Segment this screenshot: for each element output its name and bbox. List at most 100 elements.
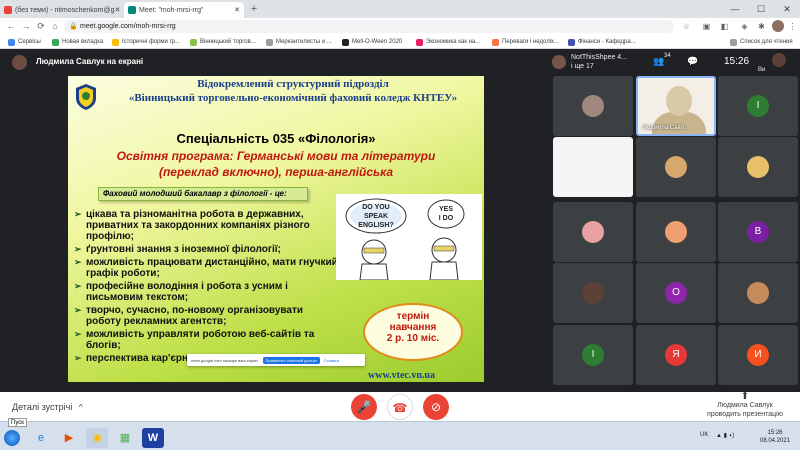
- svg-text:I DO: I DO: [439, 215, 454, 222]
- participant-tile[interactable]: I: [718, 76, 798, 136]
- term-line1: термін: [396, 311, 430, 322]
- participant-tile[interactable]: [636, 202, 716, 262]
- tab-gmail[interactable]: (без теми) - ntimoschenkom@g ✕: [0, 2, 124, 18]
- back-icon[interactable]: ←: [4, 20, 18, 33]
- hang-up-icon[interactable]: ☎: [387, 394, 413, 420]
- presenter-header: Людмила Савлук на екрані: [0, 49, 540, 75]
- bookmark-icon: [492, 38, 499, 46]
- participant-photo: [582, 95, 604, 117]
- chat-icon[interactable]: 💬: [687, 56, 698, 67]
- profile-avatar[interactable]: [772, 20, 784, 32]
- tray-icons[interactable]: ▲ ▮ ◖): [716, 432, 734, 439]
- bookmark-label: Новая вкладка: [62, 39, 104, 45]
- participant-tile[interactable]: [636, 137, 716, 197]
- star-icon[interactable]: ☆: [680, 20, 693, 33]
- word-icon[interactable]: W: [142, 428, 164, 448]
- participant-initial: В: [747, 221, 769, 243]
- bookmark-label: Фінанси - Кафедра...: [578, 39, 636, 45]
- participant-tile[interactable]: [718, 137, 798, 197]
- bookmark-item[interactable]: Фінанси - Кафедра...: [568, 37, 636, 47]
- presentation-status[interactable]: ⬆ Людмила Савлук проводить презентацію: [690, 392, 800, 419]
- gmail-icon: [4, 6, 12, 14]
- slide-website: www.vtec.vn.ua: [368, 370, 435, 381]
- extension-icon[interactable]: ◧: [718, 20, 731, 33]
- participant-tile[interactable]: I: [553, 325, 633, 385]
- bookmark-item[interactable]: Сервісы: [8, 37, 41, 47]
- slide-header-line1: Відокремлений структурний підрозділ: [197, 78, 389, 90]
- bookmark-item[interactable]: Меркантилисты и ...: [266, 37, 332, 47]
- bookmark-icon: [112, 38, 119, 46]
- start-button[interactable]: [4, 430, 20, 446]
- maximize-button[interactable]: ☐: [748, 0, 774, 18]
- participant-tile[interactable]: [553, 137, 633, 197]
- bookmark-item[interactable]: Экономика как на...: [416, 37, 480, 47]
- extension-icon[interactable]: ◈: [738, 20, 751, 33]
- bookmark-item[interactable]: Вінницький торгов...: [190, 37, 256, 47]
- bookmark-icon: [190, 38, 197, 46]
- bullet-line: блогів;: [86, 340, 121, 351]
- tab-label: Meet: "moh-mrsi-rrg": [139, 6, 204, 14]
- participant-tile[interactable]: О: [636, 263, 716, 323]
- participant-initial: Я: [665, 344, 687, 366]
- participant-tile[interactable]: [718, 263, 798, 323]
- forward-icon[interactable]: →: [19, 20, 33, 33]
- bookmark-item[interactable]: Mell-O-Ween 2020: [342, 37, 402, 47]
- participant-tile[interactable]: [553, 76, 633, 136]
- term-line2: навчання: [389, 322, 437, 333]
- participant-tile[interactable]: [553, 263, 633, 323]
- spreadsheet-icon[interactable]: ▦: [114, 428, 136, 448]
- menu-icon[interactable]: ⋮: [786, 20, 799, 33]
- hide-link[interactable]: Сховати: [324, 358, 339, 363]
- extension-icon[interactable]: ✱: [755, 20, 768, 33]
- chrome-icon[interactable]: ◉: [86, 428, 108, 448]
- bullet-item: можливість управляти роботою веб-сайтів …: [74, 329, 364, 351]
- bookmark-icon: [266, 38, 273, 46]
- bookmark-item[interactable]: Переваги і недоліх...: [492, 37, 559, 47]
- bookmark-label: Переваги і недоліх...: [502, 39, 560, 45]
- participant-tile-speaking[interactable]: Людмила Савл...: [636, 76, 716, 136]
- bullet-line: роботу рекламних агентств;: [86, 316, 227, 327]
- people-icon[interactable]: 👥: [653, 56, 664, 67]
- reload-icon[interactable]: ⟳: [34, 20, 48, 33]
- camera-off-icon[interactable]: ⊘: [423, 394, 449, 420]
- participant-initial: О: [665, 282, 687, 304]
- address-bar[interactable]: 🔒 meet.google.com/moh-mrsi-rrg: [64, 20, 674, 33]
- participant-name: Людмила Савл...: [642, 125, 690, 131]
- participant-tile[interactable]: [553, 202, 633, 262]
- stop-sharing-button[interactable]: Припинити спільний доступ: [262, 356, 320, 364]
- reading-list-button[interactable]: Список для чтения: [730, 37, 793, 47]
- tab-meet[interactable]: Meet: "moh-mrsi-rrg" ✕: [124, 2, 244, 18]
- bookmark-item[interactable]: Новая вкладка: [52, 37, 103, 47]
- ie-icon[interactable]: e: [30, 428, 52, 448]
- close-window-button[interactable]: ✕: [774, 0, 800, 18]
- meeting-details-button[interactable]: Деталі зустрічі ^: [12, 402, 83, 412]
- home-icon[interactable]: ⌂: [48, 20, 62, 33]
- taskbar-clock[interactable]: 15:26 08.04.2021: [760, 429, 790, 445]
- new-tab-button[interactable]: +: [248, 3, 260, 15]
- bullet-line: можливість управляти роботою веб-сайтів …: [86, 329, 315, 340]
- bookmark-item[interactable]: Історичні форми гр...: [112, 37, 180, 47]
- bookmark-icon: [416, 38, 423, 46]
- participant-photo: [582, 282, 604, 304]
- participant-tile[interactable]: Я: [636, 325, 716, 385]
- minimize-button[interactable]: —: [722, 0, 748, 18]
- mic-off-icon[interactable]: 🎤: [351, 394, 377, 420]
- reading-list-icon: [730, 38, 737, 46]
- screen-share-notification: meet.google.com показує ваш екран. Припи…: [187, 354, 365, 366]
- close-tab-icon[interactable]: ✕: [234, 6, 240, 14]
- media-player-icon[interactable]: ▶: [58, 428, 80, 448]
- presenter-avatar: [12, 55, 27, 70]
- bookmark-label: Экономика как на...: [426, 39, 481, 45]
- participant-photo: [665, 221, 687, 243]
- present-line2: проводить презентацію: [707, 411, 783, 418]
- close-tab-icon[interactable]: ✕: [114, 6, 120, 14]
- presenter-label: Людмила Савлук на екрані: [36, 57, 144, 66]
- meeting-time: 15:26: [724, 56, 750, 67]
- participant-tile[interactable]: В: [718, 202, 798, 262]
- language-indicator[interactable]: UK: [700, 432, 708, 438]
- browser-toolbar: ← → ⟳ ⌂ 🔒 meet.google.com/moh-mrsi-rrg ☆…: [0, 18, 800, 35]
- extension-icon[interactable]: ▣: [700, 20, 713, 33]
- bullet-line: профілю;: [86, 231, 135, 242]
- participant-tile[interactable]: И: [718, 325, 798, 385]
- slide-specialty: Спеціальність 035 «Філологія»: [176, 131, 376, 146]
